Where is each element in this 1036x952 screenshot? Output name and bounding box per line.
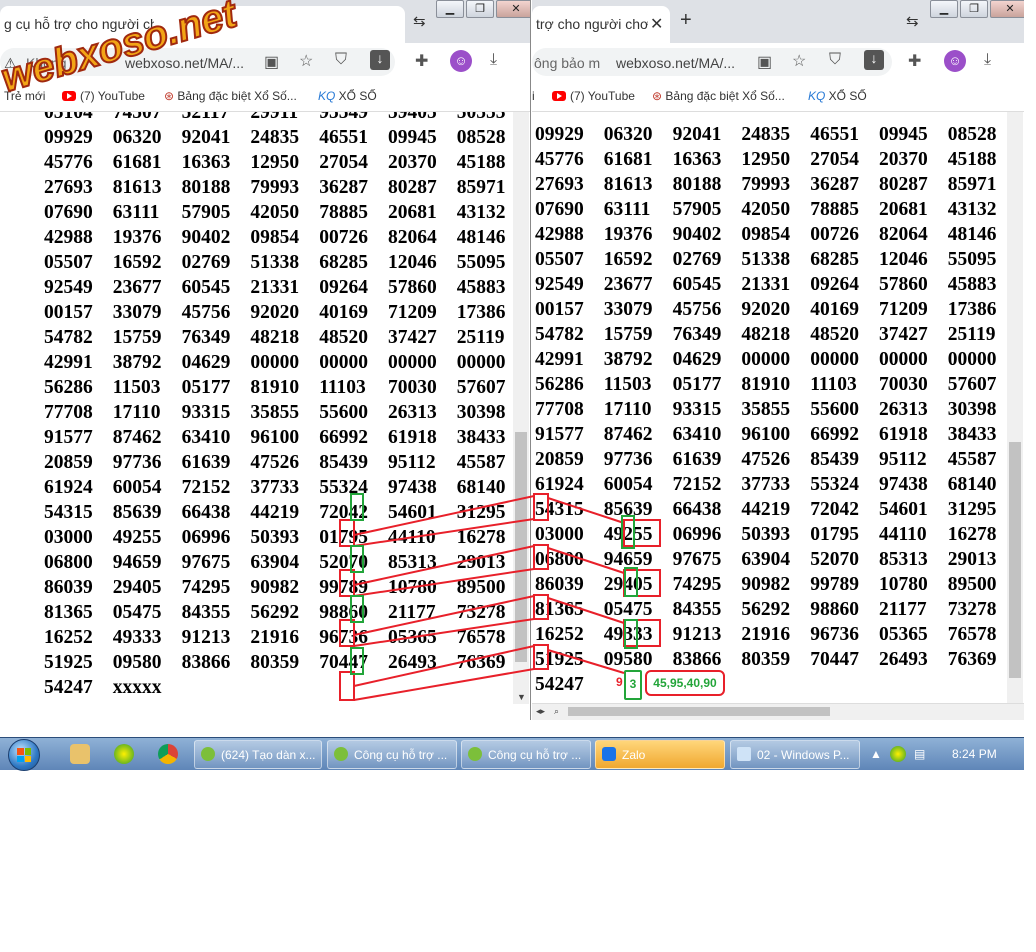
red-box bbox=[623, 519, 661, 547]
red-line bbox=[353, 495, 535, 536]
red-box bbox=[339, 619, 355, 647]
taskbar-clock[interactable]: 8:24 PM bbox=[952, 747, 997, 761]
watermark-text: webxoso.net bbox=[0, 0, 240, 101]
red-line bbox=[547, 597, 625, 624]
photo-viewer-icon bbox=[737, 747, 751, 761]
tray-ultraviewer-icon[interactable] bbox=[890, 746, 906, 762]
red-box bbox=[533, 644, 549, 670]
red-line bbox=[353, 595, 535, 636]
red-line bbox=[353, 518, 535, 547]
red-box bbox=[533, 544, 549, 570]
zalo-icon bbox=[602, 747, 616, 761]
red-line bbox=[547, 497, 625, 524]
ultraviewer-icon[interactable] bbox=[114, 744, 134, 764]
taskbar-button-label: Công cụ hỗ trợ ... bbox=[354, 748, 448, 762]
taskbar-button-label: Công cụ hỗ trợ ... bbox=[488, 748, 582, 762]
chrome-app-icon bbox=[334, 747, 348, 761]
red-box bbox=[339, 519, 355, 547]
taskbar-button-label: (624) Tạo dàn x... bbox=[221, 748, 316, 762]
red-line bbox=[353, 545, 535, 586]
green-box bbox=[350, 545, 364, 573]
red-box bbox=[339, 569, 355, 597]
taskbar-button-windows-photo[interactable]: 02 - Windows P... bbox=[730, 740, 860, 769]
green-annotations bbox=[350, 493, 638, 675]
windows-taskbar: (624) Tạo dàn x... Công cụ hỗ trợ ... Cô… bbox=[0, 737, 1024, 771]
taskbar-button-zalo[interactable]: Zalo bbox=[595, 740, 725, 769]
taskbar-button-label: Zalo bbox=[622, 748, 646, 762]
red-line bbox=[353, 668, 535, 701]
red-box bbox=[533, 594, 549, 620]
taskbar-button-cong-cu-2[interactable]: Công cụ hỗ trợ ... bbox=[461, 740, 591, 769]
chrome-app-icon bbox=[201, 747, 215, 761]
start-button[interactable] bbox=[8, 739, 40, 771]
chrome-app-icon bbox=[468, 747, 482, 761]
explorer-icon[interactable] bbox=[70, 744, 90, 764]
taskbar-button-tao-dan[interactable]: (624) Tạo dàn x... bbox=[194, 740, 322, 769]
webxoso-watermark-logo: webxoso.net bbox=[0, 0, 240, 102]
green-box bbox=[350, 493, 364, 521]
red-line bbox=[547, 547, 625, 574]
tray-expand-icon[interactable]: ▲ bbox=[870, 747, 882, 761]
tray-network-icon[interactable]: ▤ bbox=[914, 747, 925, 761]
red-annotations bbox=[339, 493, 661, 701]
red-line bbox=[353, 645, 535, 687]
green-box bbox=[624, 619, 638, 649]
windows-logo-icon bbox=[17, 748, 31, 762]
red-line bbox=[353, 618, 535, 647]
red-line bbox=[353, 568, 535, 597]
chrome-icon[interactable] bbox=[158, 744, 178, 764]
green-box bbox=[624, 567, 638, 597]
taskbar-button-label: 02 - Windows P... bbox=[757, 748, 850, 762]
green-box bbox=[350, 647, 364, 675]
green-box bbox=[350, 595, 364, 623]
red-box bbox=[339, 671, 355, 701]
red-line bbox=[547, 649, 625, 674]
taskbar-button-cong-cu-1[interactable]: Công cụ hỗ trợ ... bbox=[327, 740, 457, 769]
red-box bbox=[623, 569, 661, 597]
red-box bbox=[533, 493, 549, 521]
red-box bbox=[623, 619, 661, 647]
